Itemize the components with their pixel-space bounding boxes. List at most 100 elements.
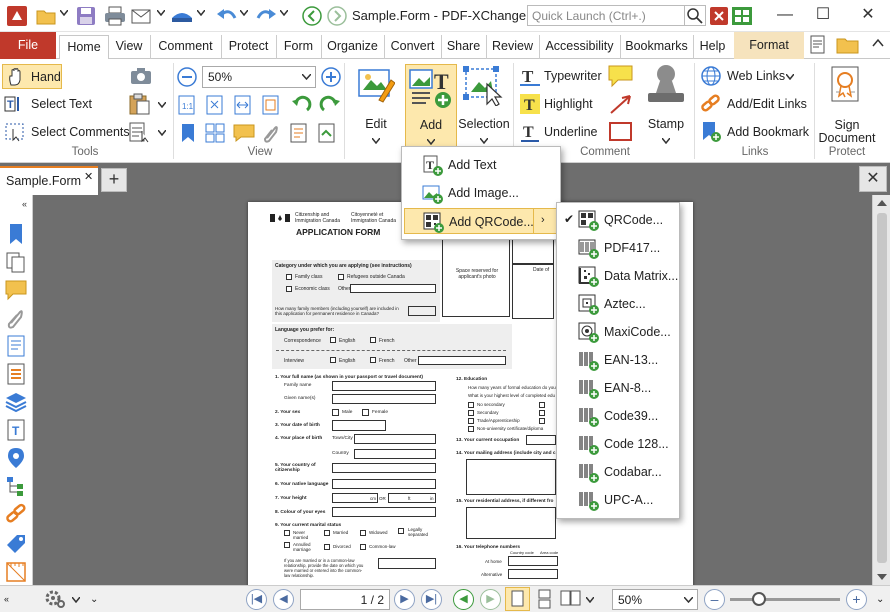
layers-pane-icon[interactable] <box>5 391 27 413</box>
save-icon[interactable] <box>76 6 96 26</box>
document-view[interactable]: Citizenship and Immigration Canada Citoy… <box>33 195 872 585</box>
tab-review[interactable]: Review <box>486 35 538 59</box>
clipboard-icon[interactable] <box>128 93 152 115</box>
rotate-right-icon[interactable] <box>319 95 341 115</box>
search-icon[interactable] <box>685 5 706 26</box>
highlight-button[interactable]: T Highlight <box>517 92 603 116</box>
zoom-in-button[interactable]: + <box>846 589 867 610</box>
tab-organize[interactable]: Organize <box>321 35 383 59</box>
bookmarks-pane-icon[interactable] <box>5 223 27 245</box>
fit-width-icon[interactable] <box>233 95 253 115</box>
rotate-left-icon[interactable] <box>291 95 313 115</box>
forward-view-button[interactable]: ▶ <box>480 589 501 610</box>
dropdown-chevron-icon[interactable] <box>60 10 68 16</box>
thumbnails-icon[interactable] <box>205 123 225 143</box>
tags-pane-icon[interactable] <box>5 533 27 555</box>
sign-document-button[interactable]: Sign Document <box>817 64 877 146</box>
menu-item-code-128[interactable]: Code 128... <box>558 431 678 457</box>
web-links-button[interactable]: Web Links <box>698 64 798 88</box>
single-page-icon[interactable] <box>505 587 530 611</box>
properties-icon[interactable] <box>289 123 309 143</box>
arrow-icon[interactable] <box>608 93 634 115</box>
collapse-ribbon-icon[interactable] <box>872 38 884 48</box>
forward-icon[interactable] <box>327 6 347 26</box>
quick-launch-input[interactable]: Quick Launch (Ctrl+.) <box>527 5 685 26</box>
expand-icon[interactable]: « <box>4 594 9 604</box>
add-bookmark-button[interactable]: Add Bookmark <box>698 120 810 144</box>
page-number-input[interactable]: 1 / 2 <box>300 589 390 610</box>
dropdown-chevron-icon[interactable] <box>240 10 248 16</box>
dropdown-chevron-icon[interactable] <box>197 10 205 16</box>
tab-format[interactable]: Format <box>734 32 804 59</box>
folder-icon[interactable] <box>836 35 860 55</box>
fit-visible-icon[interactable] <box>261 95 281 115</box>
menu-item-data-matrix[interactable]: Data Matrix... <box>558 263 678 289</box>
menu-item-add-image[interactable]: Add Image... <box>404 180 558 206</box>
edit-button[interactable]: Edit <box>350 64 402 154</box>
attachments-icon[interactable] <box>261 123 281 143</box>
structure-pane-icon[interactable] <box>5 475 27 497</box>
menu-item-ean-8[interactable]: EAN-8... <box>558 375 678 401</box>
tab-bookmarks[interactable]: Bookmarks <box>620 35 692 59</box>
new-tab-button[interactable]: + <box>101 168 127 192</box>
menu-item-codabar[interactable]: Codabar... <box>558 459 678 485</box>
scan-icon[interactable] <box>170 6 194 26</box>
links-pane-icon[interactable] <box>5 503 27 525</box>
back-view-button[interactable]: ◀ <box>453 589 474 610</box>
chevron-down-icon[interactable]: ⌄ <box>876 594 884 605</box>
options-gear-icon[interactable] <box>44 589 66 609</box>
undo-icon[interactable] <box>216 6 238 26</box>
tab-file[interactable]: File <box>0 32 56 59</box>
dropdown-chevron-icon[interactable] <box>157 10 165 16</box>
chevron-down-icon[interactable]: ⌄ <box>90 594 98 605</box>
minimize-icon[interactable]: — <box>775 6 795 26</box>
tile-icon[interactable] <box>731 6 753 26</box>
menu-item-upc-a[interactable]: UPC-A... <box>558 487 678 513</box>
scroll-up-icon[interactable] <box>877 199 887 207</box>
pages-pane-icon[interactable] <box>5 251 27 273</box>
tab-home[interactable]: Home <box>59 35 109 60</box>
facing-icon[interactable] <box>560 589 582 609</box>
tab-share[interactable]: Share <box>441 35 485 59</box>
collapse-sidebar-icon[interactable]: « <box>22 199 27 209</box>
last-page-button[interactable]: ▶| <box>421 589 442 610</box>
actual-size-icon[interactable]: 1:1 <box>177 95 197 115</box>
app-logo-icon[interactable] <box>7 6 27 26</box>
stamp-button[interactable]: Stamp <box>640 64 692 154</box>
select-text-button[interactable]: T Select Text <box>2 92 102 116</box>
dropdown-chevron-icon[interactable] <box>586 597 594 603</box>
dropdown-chevron-icon[interactable] <box>72 597 80 603</box>
previous-page-button[interactable]: ◀ <box>273 589 294 610</box>
add-edit-links-button[interactable]: Add/Edit Links <box>698 92 808 116</box>
layers-icon[interactable] <box>317 123 337 143</box>
vertical-scrollbar[interactable] <box>872 195 890 585</box>
bookmark-icon[interactable] <box>179 123 197 143</box>
menu-item-code39[interactable]: Code39... <box>558 403 678 429</box>
zoom-in-icon[interactable] <box>321 67 341 87</box>
menu-item-add-qrcode[interactable]: Add QRCode... › <box>404 208 558 234</box>
email-icon[interactable] <box>131 6 153 26</box>
typewriter-button[interactable]: T Typewriter <box>517 64 603 88</box>
doc-tab-sample-form[interactable]: Sample.Form ✕ <box>0 166 98 195</box>
redo-icon[interactable] <box>255 6 277 26</box>
menu-item-maxicode[interactable]: MaxiCode... <box>558 319 678 345</box>
rectangle-icon[interactable] <box>608 121 634 143</box>
sticky-note-icon[interactable] <box>608 64 634 88</box>
hand-button[interactable]: Hand <box>2 64 62 89</box>
content-pane-icon[interactable]: T <box>5 419 27 441</box>
scrollbar-thumb[interactable] <box>877 213 887 563</box>
back-icon[interactable] <box>302 6 322 26</box>
maximize-icon[interactable]: ☐ <box>813 6 833 26</box>
dropdown-chevron-icon[interactable] <box>158 130 166 136</box>
menu-item-aztec[interactable]: Aztec... <box>558 291 678 317</box>
close-icon[interactable]: ✕ <box>858 6 878 26</box>
settings-icon[interactable] <box>710 7 728 25</box>
tab-protect[interactable]: Protect <box>221 35 275 59</box>
zoom-slider-thumb[interactable] <box>752 592 766 606</box>
menu-item-ean-13[interactable]: EAN-13... <box>558 347 678 373</box>
close-tab-icon[interactable]: ✕ <box>84 170 93 183</box>
menu-item-qrcode[interactable]: ✔ QRCode... <box>558 207 678 233</box>
fields-pane-icon[interactable] <box>5 363 27 385</box>
measurement-pane-icon[interactable] <box>5 561 27 583</box>
tab-form[interactable]: Form <box>276 35 320 59</box>
